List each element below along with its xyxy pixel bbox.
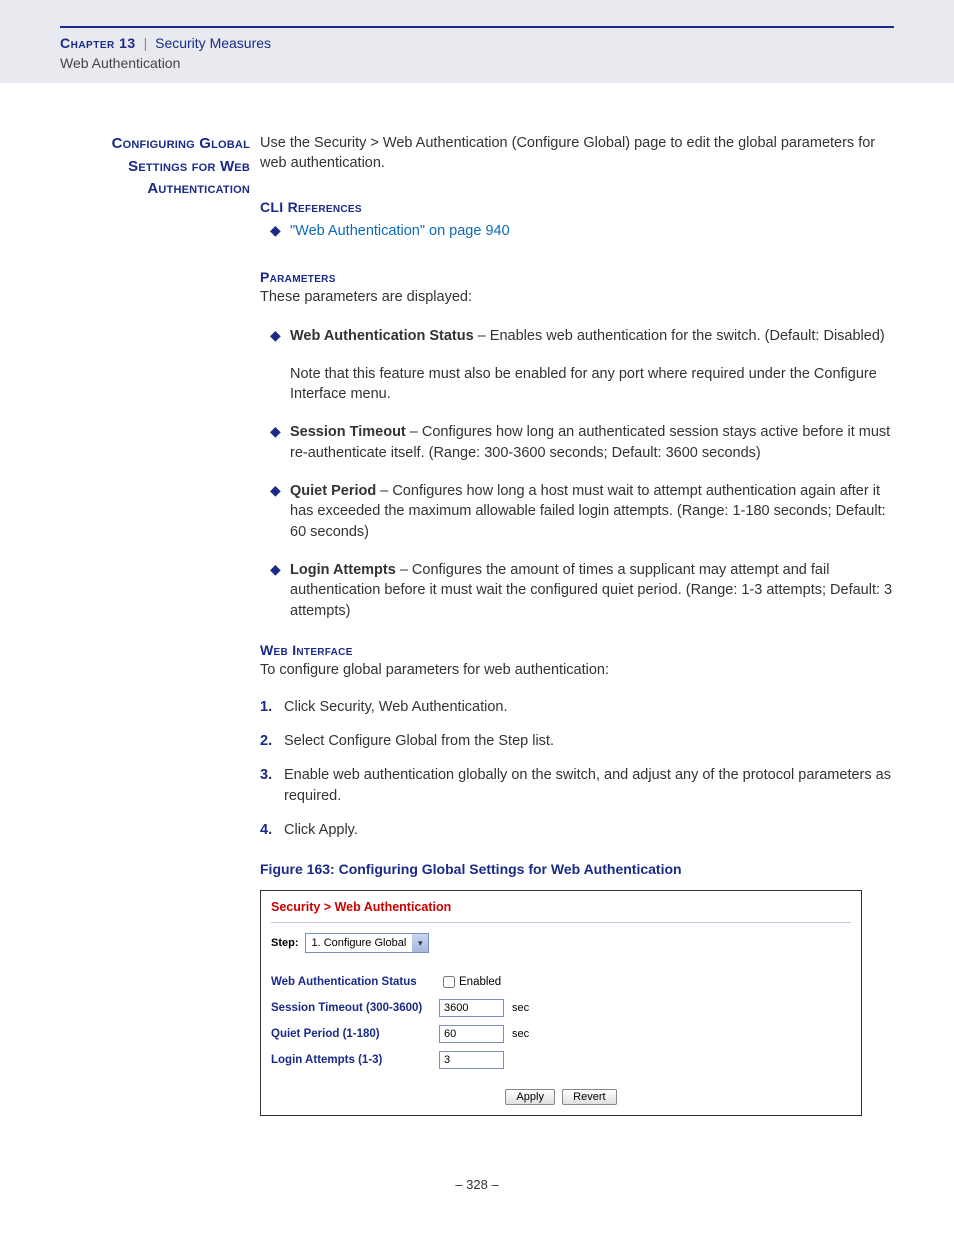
enabled-checkbox[interactable]: [443, 976, 455, 988]
bullet-icon: ◆: [270, 422, 290, 442]
field-label: Session Timeout (300-3600): [271, 995, 439, 1021]
step-number: 4.: [260, 820, 284, 840]
chapter-title: Security Measures: [155, 35, 271, 51]
field-label: Quiet Period (1-180): [271, 1021, 439, 1047]
step-select[interactable]: 1. Configure Global ▾: [305, 933, 430, 953]
step-text: Click Apply.: [284, 820, 358, 840]
web-interface-heading: Web Interface: [260, 641, 894, 661]
section-heading: Configuring Global Settings for Web Auth…: [60, 133, 250, 201]
page-header: Chapter 13 | Security Measures Web Authe…: [0, 0, 954, 83]
quiet-period-input[interactable]: [439, 1025, 504, 1043]
chapter-label: Chapter 13: [60, 35, 136, 51]
param-item: Login Attempts – Configures the amount o…: [290, 560, 894, 621]
revert-button[interactable]: Revert: [562, 1089, 616, 1105]
bullet-icon: ◆: [270, 560, 290, 580]
cli-heading: CLI References: [260, 198, 894, 218]
step-number: 3.: [260, 765, 284, 785]
bullet-icon: ◆: [270, 221, 290, 241]
ui-breadcrumb: Security > Web Authentication: [261, 891, 861, 923]
figure-title: Figure 163: Configuring Global Settings …: [260, 860, 894, 880]
session-timeout-input[interactable]: [439, 999, 504, 1017]
parameters-heading: Parameters: [260, 268, 894, 288]
cli-link[interactable]: "Web Authentication" on page 940: [290, 221, 894, 241]
field-label: Login Attempts (1-3): [271, 1047, 439, 1073]
bullet-icon: ◆: [270, 326, 290, 346]
unit-label: sec: [512, 1021, 537, 1047]
step-label: Step:: [271, 936, 299, 951]
intro-text: Use the Security > Web Authentication (C…: [260, 133, 894, 174]
figure-screenshot: Security > Web Authentication Step: 1. C…: [260, 890, 862, 1117]
step-number: 1.: [260, 697, 284, 717]
page-number: – 328 –: [60, 1176, 894, 1194]
step-number: 2.: [260, 731, 284, 751]
chevron-down-icon[interactable]: ▾: [412, 934, 428, 952]
param-note: Note that this feature must also be enab…: [290, 364, 894, 405]
unit-label: sec: [512, 995, 537, 1021]
step-text: Select Configure Global from the Step li…: [284, 731, 554, 751]
step-text: Click Security, Web Authentication.: [284, 697, 508, 717]
web-interface-intro: To configure global parameters for web a…: [260, 660, 894, 680]
checkbox-label: Enabled: [459, 976, 501, 988]
divider: [271, 922, 851, 923]
chapter-subtitle: Web Authentication: [60, 54, 894, 74]
step-text: Enable web authentication globally on th…: [284, 765, 894, 806]
param-item: Quiet Period – Configures how long a hos…: [290, 481, 894, 542]
param-item: Session Timeout – Configures how long an…: [290, 422, 894, 463]
bullet-icon: ◆: [270, 481, 290, 501]
separator: |: [144, 35, 148, 51]
param-item: Web Authentication Status – Enables web …: [290, 326, 894, 346]
apply-button[interactable]: Apply: [505, 1089, 555, 1105]
login-attempts-input[interactable]: [439, 1051, 504, 1069]
parameters-intro: These parameters are displayed:: [260, 287, 894, 307]
field-label: Web Authentication Status: [271, 969, 439, 995]
